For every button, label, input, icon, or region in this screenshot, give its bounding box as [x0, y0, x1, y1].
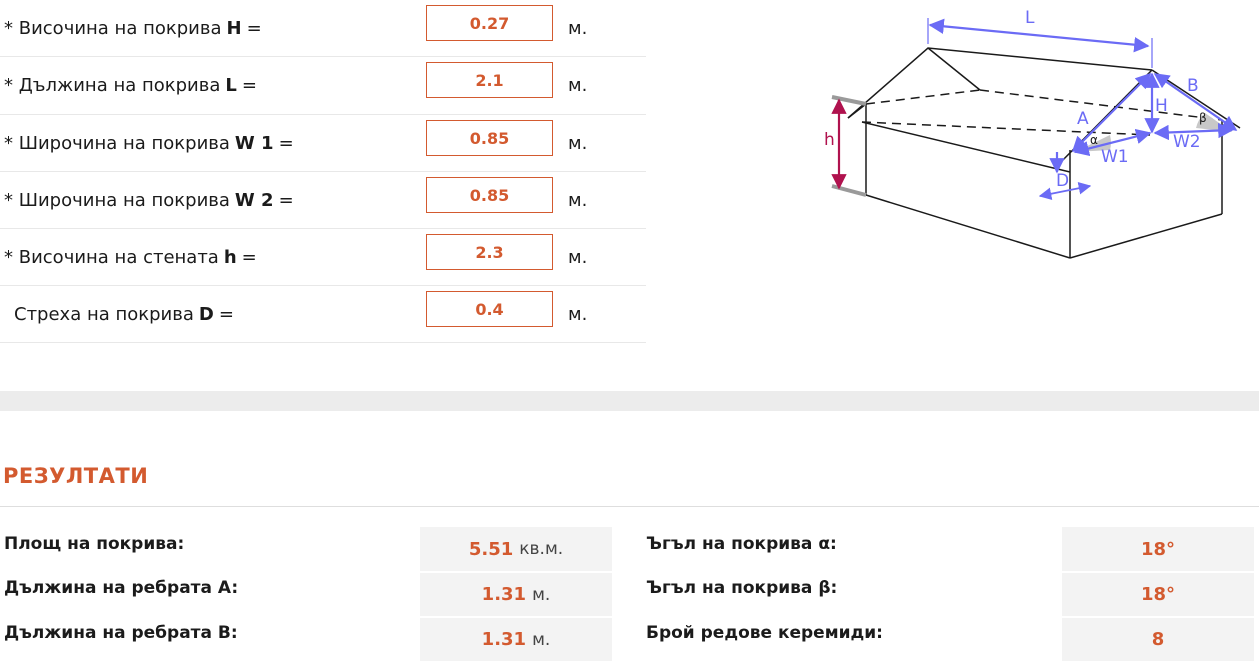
angle-beta-result: 18°: [1062, 573, 1254, 616]
label-D: D: [1056, 171, 1069, 191]
label-h: h: [824, 130, 835, 150]
wall-height-dimension: [831, 95, 867, 197]
label-alpha: α: [1090, 133, 1098, 147]
field-label: * Широчина на покрива W 2 =: [4, 189, 294, 211]
roof-input-form: * Височина на покриваH= м. * Дължина на …: [0, 0, 646, 343]
edge-b-length-result: 1.31 м.: [420, 618, 612, 661]
roof-area-result: 5.51 кв.м.: [420, 527, 612, 571]
variable-name: L: [225, 75, 237, 96]
input-row-length-L: * Дължина на покриваL= м.: [0, 57, 646, 115]
variable-name: h: [223, 246, 237, 268]
label-W2: W2: [1173, 132, 1201, 152]
required-mark: *: [4, 246, 13, 268]
house-outline: [847, 47, 1241, 259]
roof-width-w1-input[interactable]: [426, 120, 553, 156]
required-mark: *: [4, 189, 13, 211]
field-label: * Широчина на покрива W 1 =: [4, 132, 294, 154]
label-beta: β: [1199, 111, 1207, 125]
diagram-labels: L B A H W1 W2 D h α β: [824, 8, 1207, 191]
unit-label: м.: [568, 132, 588, 154]
input-row-wall-height-h: * Височина на стенатаh= м.: [0, 229, 646, 286]
hidden-edges: [861, 89, 1223, 136]
angle-alpha-label: Ъгъл на покрива α:: [646, 534, 837, 554]
unit-label: м.: [568, 17, 588, 39]
roof-area-label: Площ на покрива:: [4, 534, 185, 554]
unit-label: м.: [568, 189, 588, 211]
label-H: H: [1155, 96, 1168, 116]
tile-rows-result: 8: [1062, 618, 1254, 661]
roof-length-input[interactable]: [426, 62, 553, 98]
variable-name: H: [226, 17, 242, 39]
tile-rows-label: Брой редове керемиди:: [646, 623, 883, 643]
results-title: РЕЗУЛТАТИ: [3, 464, 149, 488]
section-divider: [0, 391, 1259, 411]
input-row-width-W1: * Широчина на покриваW 1= м.: [0, 115, 646, 172]
input-row-width-W2: * Широчина на покриваW 2= м.: [0, 172, 646, 229]
input-row-height-H: * Височина на покриваH= м.: [0, 0, 646, 57]
roof-eave-input[interactable]: [426, 291, 553, 327]
label-L: L: [1025, 8, 1035, 28]
unit-label: м.: [568, 75, 588, 96]
edge-b-length-label: Дължина на ребрата B:: [4, 623, 238, 643]
field-label: Стреха на покрива D =: [14, 303, 234, 325]
wall-height-input[interactable]: [426, 234, 553, 270]
required-mark: *: [4, 132, 13, 154]
required-mark: *: [4, 75, 13, 96]
roof-width-w2-input[interactable]: [426, 177, 553, 213]
roof-diagram: L B A H W1 W2 D h α β: [824, 8, 1241, 259]
angle-alpha-result: 18°: [1062, 527, 1254, 571]
field-label: * Дължина на покрива L =: [4, 75, 257, 96]
roof-height-input[interactable]: [426, 5, 553, 41]
unit-label: м.: [568, 246, 588, 268]
unit-label: м.: [568, 303, 588, 325]
field-label: * Височина на стената h =: [4, 246, 257, 268]
variable-name: W 1: [234, 132, 274, 154]
label-B: B: [1187, 76, 1199, 96]
results-title-underline: [0, 506, 1259, 507]
variable-name: D: [198, 303, 214, 325]
angle-beta-label: Ъгъл на покрива β:: [646, 578, 838, 598]
required-mark: *: [4, 17, 13, 39]
edge-a-length-result: 1.31 м.: [420, 573, 612, 616]
variable-name: W 2: [234, 189, 274, 211]
label-A: A: [1077, 109, 1089, 129]
edge-a-length-label: Дължина на ребрата A:: [4, 578, 239, 598]
input-row-eave-D: Стреха на покриваD= м.: [0, 286, 646, 343]
label-W1: W1: [1101, 147, 1129, 167]
field-label: * Височина на покрива H =: [4, 17, 262, 39]
dimension-lines: [927, 18, 1238, 200]
